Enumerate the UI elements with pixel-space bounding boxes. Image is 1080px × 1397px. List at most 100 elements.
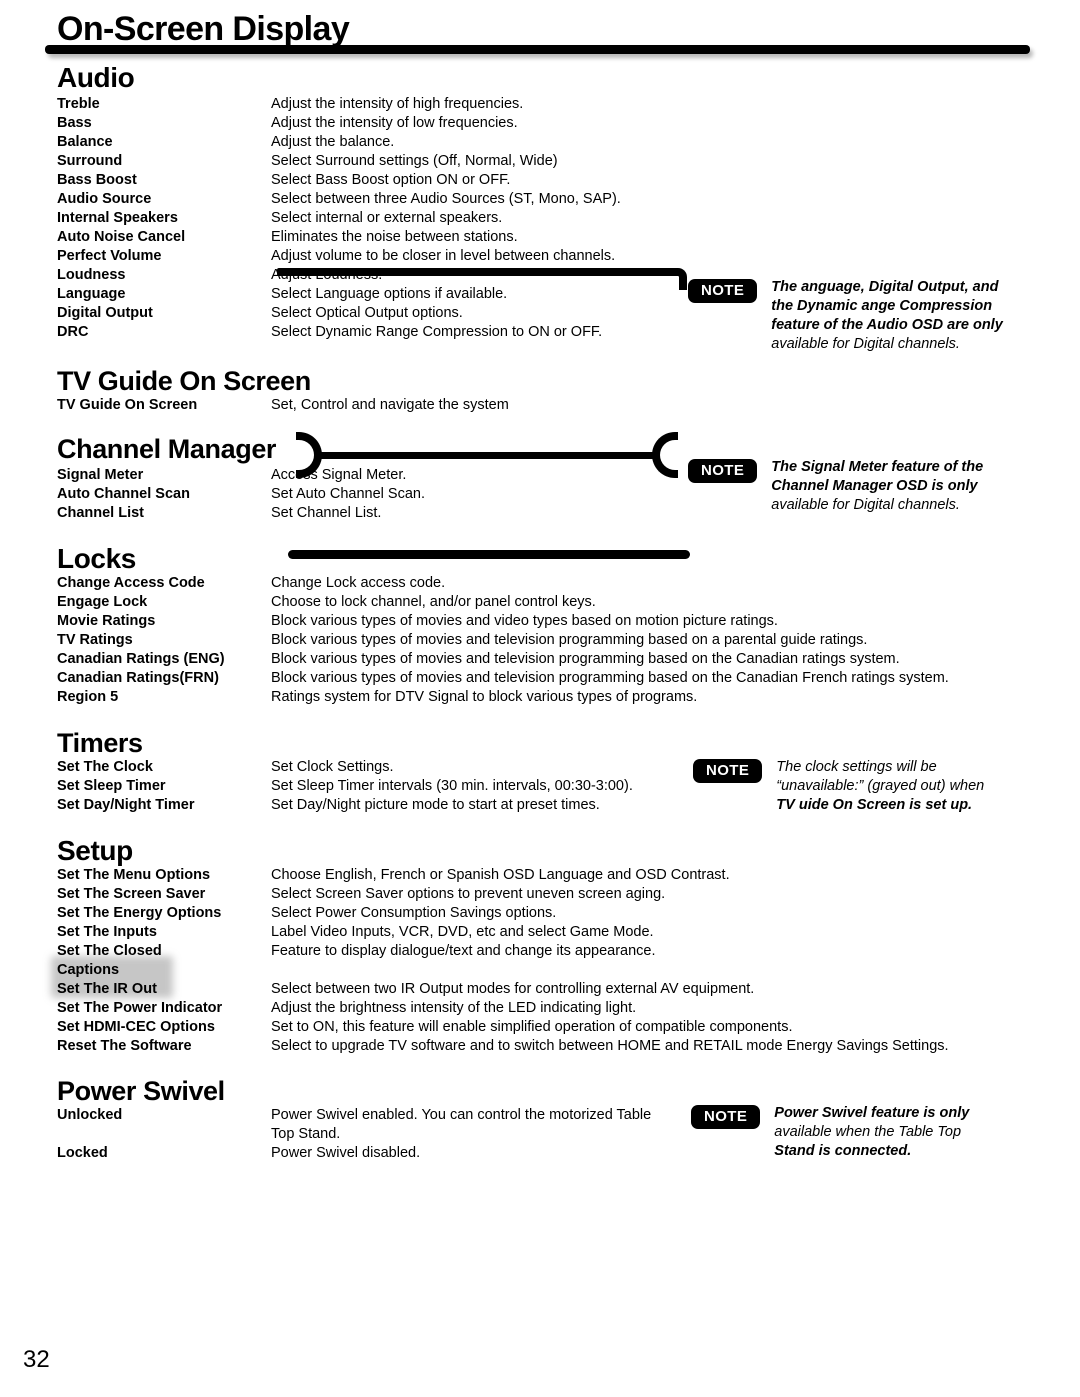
row-desc: Set Day/Night picture mode to start at p… [271, 797, 600, 813]
table-row: Set Sleep Timer Set Sleep Timer intervals… [57, 777, 633, 796]
section-heading-timers: Timers [57, 728, 143, 758]
row-label: TV Ratings [57, 632, 133, 648]
section-heading-setup: Setup [57, 835, 133, 866]
table-row: Unlocked Power Swivel enabled. You can co… [57, 1106, 661, 1144]
table-row: Digital Output Select Optical Output opti… [57, 304, 621, 323]
note-line: feature of the Audio OSD are only [771, 317, 1003, 333]
table-row: Audio Source Select between three Audio S… [57, 190, 621, 209]
row-label: Set The Clock [57, 759, 153, 775]
row-label: Treble [57, 96, 100, 112]
table-row: Change Access Code Change Lock access cod… [57, 574, 949, 593]
section-rows-tv-guide-on-screen: TV Guide On Screen Set, Control and navig… [57, 396, 509, 415]
row-desc: Ratings system for DTV Signal to block v… [271, 689, 698, 705]
row-label: Set The IR Out [57, 981, 157, 997]
row-label: Digital Output [57, 305, 153, 321]
table-row: Set The Clock Set Clock Settings. [57, 758, 633, 777]
row-label: Balance [57, 134, 113, 150]
table-row: Signal Meter Access Signal Meter. [57, 466, 425, 485]
row-desc: Set Channel List. [271, 505, 382, 521]
table-row: Bass Adjust the intensity of low frequenc… [57, 114, 621, 133]
row-desc: Eliminates the noise between stations. [271, 229, 518, 245]
table-row: Canadian Ratings(FRN) Block various types… [57, 669, 949, 688]
table-row: Balance Adjust the balance. [57, 133, 621, 152]
row-desc: Access Signal Meter. [271, 467, 407, 483]
table-row: Captions [57, 961, 949, 980]
row-label: Region 5 [57, 689, 119, 705]
table-row: Engage Lock Choose to lock channel, and/o… [57, 593, 949, 612]
table-row: Reset The Software Select to upgrade TV s… [57, 1037, 949, 1056]
table-row: Set The Power Indicator Adjust the bright… [57, 999, 949, 1018]
note-line: The clock settings will be [776, 759, 937, 775]
loudness-strike-mark [277, 268, 677, 276]
row-desc: Select Language options if available. [271, 286, 508, 302]
row-desc: Change Lock access code. [271, 575, 446, 591]
row-desc: Choose to lock channel, and/or panel con… [271, 594, 596, 610]
row-label: TV Guide On Screen [57, 397, 198, 413]
note-callout-audio: NOTE The anguage, Digital Output, and th… [688, 278, 1048, 354]
section-rows-power-swivel: Unlocked Power Swivel enabled. You can co… [57, 1106, 661, 1163]
table-row: Canadian Ratings (ENG) Block various type… [57, 650, 949, 669]
row-label: Set Day/Night Timer [57, 797, 195, 813]
row-label: Locked [57, 1145, 108, 1161]
section-rows-timers: Set The Clock Set Clock Settings. Set Sle… [57, 758, 633, 815]
section-rows-setup: Set The Menu Options Choose English, Fren… [57, 866, 949, 1056]
row-desc: Select Optical Output options. [271, 305, 463, 321]
note-line: “unavailable:” (grayed out) when [776, 778, 985, 794]
row-desc: Adjust the intensity of low frequencies. [271, 115, 518, 131]
row-desc: Select internal or external speakers. [271, 210, 503, 226]
row-desc: Block various types of movies and televi… [271, 670, 949, 686]
row-label: Set The Inputs [57, 924, 157, 940]
table-row: Locked Power Swivel disabled. [57, 1144, 661, 1163]
note-text: The anguage, Digital Output, and the Dyn… [771, 278, 1003, 354]
row-desc: Block various types of movies and televi… [271, 651, 900, 667]
row-label: Engage Lock [57, 594, 148, 610]
row-label: Set The Power Indicator [57, 1000, 223, 1016]
note-text: Power Swivel feature is only available w… [774, 1104, 969, 1161]
row-desc: Select Power Consumption Savings options… [271, 905, 557, 921]
loudness-leader-elbow [669, 268, 687, 290]
table-row: Set The IR Out Select between two IR Outp… [57, 980, 949, 999]
section-heading-tv-guide-on-screen: TV Guide On Screen [57, 366, 311, 396]
title-rule [45, 45, 1030, 54]
row-label: Captions [57, 962, 120, 978]
row-desc: Set, Control and navigate the system [271, 397, 509, 413]
table-row: Set The Inputs Label Video Inputs, VCR, D… [57, 923, 949, 942]
row-label: Signal Meter [57, 467, 144, 483]
leader-line-mark [318, 452, 658, 459]
leader-paren-right-mark [652, 432, 678, 478]
note-callout-power-swivel: NOTE Power Swivel feature is only availa… [691, 1104, 1048, 1161]
note-badge: NOTE [693, 759, 763, 783]
row-desc: Adjust the brightness intensity of the L… [271, 1000, 637, 1016]
row-desc: Label Video Inputs, VCR, DVD, etc and se… [271, 924, 654, 940]
note-text: The Signal Meter feature of the Channel … [771, 458, 983, 515]
row-label: Canadian Ratings(FRN) [57, 670, 219, 686]
note-line: Stand is connected. [774, 1143, 912, 1159]
row-label: Movie Ratings [57, 613, 156, 629]
row-desc: Select Screen Saver options to prevent u… [271, 886, 666, 902]
section-heading-audio: Audio [57, 62, 135, 93]
note-line: The anguage, Digital Output, and [771, 279, 999, 295]
row-desc: Choose English, French or Spanish OSD La… [271, 867, 730, 883]
note-text: The clock settings will be “unavailable:… [776, 758, 984, 815]
section-rows-channel-manager: Signal Meter Access Signal Meter. Auto Ch… [57, 466, 425, 523]
section-heading-power-swivel: Power Swivel [57, 1076, 225, 1106]
row-label: Audio Source [57, 191, 152, 207]
row-label: Perfect Volume [57, 248, 162, 264]
table-row: Internal Speakers Select internal or exte… [57, 209, 621, 228]
note-badge: NOTE [688, 279, 758, 303]
table-row: Set Day/Night Timer Set Day/Night picture… [57, 796, 633, 815]
row-label: Set The Screen Saver [57, 886, 206, 902]
page-title: On-Screen Display [57, 10, 350, 48]
row-desc: Set Sleep Timer intervals (30 min. inter… [271, 778, 633, 794]
table-row: Set The Closed Feature to display dialogu… [57, 942, 949, 961]
note-callout-timers: NOTE The clock settings will be “unavail… [693, 758, 1048, 815]
note-line: Power Swivel feature is only [774, 1105, 970, 1121]
row-label: Loudness [57, 267, 126, 283]
row-label: Unlocked [57, 1107, 123, 1123]
row-desc: Set Clock Settings. [271, 759, 394, 775]
row-label: Bass [57, 115, 92, 131]
row-label: Canadian Ratings (ENG) [57, 651, 225, 667]
row-label: Internal Speakers [57, 210, 178, 226]
table-row: Region 5 Ratings system for DTV Signal to… [57, 688, 949, 707]
row-label: Set HDMI-CEC Options [57, 1019, 215, 1035]
